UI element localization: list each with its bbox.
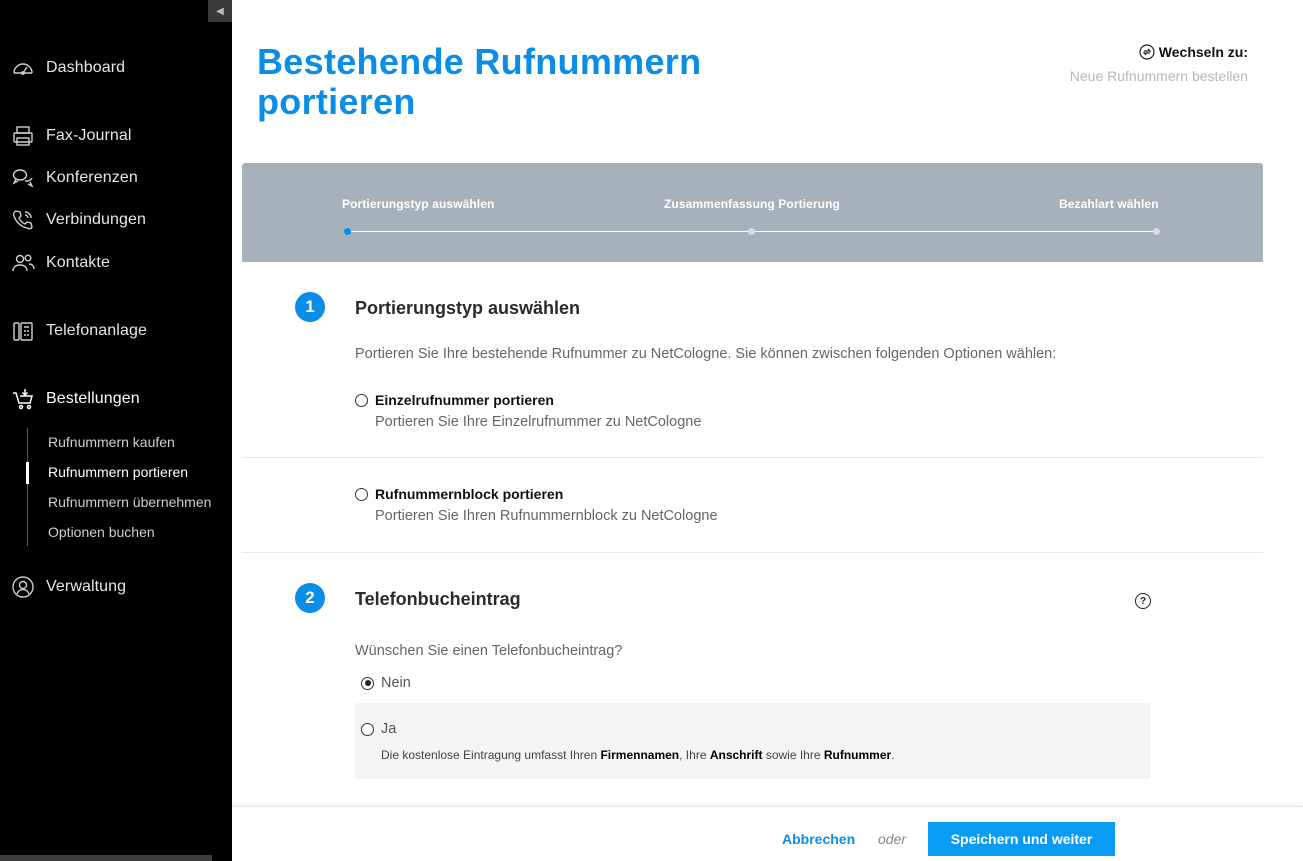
step-label-3: Bezahlart wählen (1059, 197, 1159, 211)
step-dot-1 (344, 228, 351, 235)
submenu-item-optionen-buchen[interactable]: Optionen buchen (48, 524, 155, 540)
step-dot-3 (1153, 228, 1160, 235)
switch-box: Wechseln zu: Neue Rufnummern bestellen (1070, 44, 1248, 84)
sidebar-item-kontakte[interactable]: Kontakte (0, 246, 232, 280)
radio-circle[interactable] (355, 487, 368, 501)
ja-note: Die kostenlose Eintragung umfasst Ihren … (381, 748, 895, 762)
radio-label: Nein (381, 675, 411, 691)
switch-label-text: Wechseln zu: (1158, 44, 1248, 60)
sidebar-item-fax-journal[interactable]: Fax-Journal (0, 119, 232, 153)
note-text: . (891, 748, 895, 762)
page-title-line1: Bestehende Rufnummern (257, 41, 702, 82)
sidebar-item-verbindungen[interactable]: Verbindungen (0, 203, 232, 237)
sidebar-collapse-button[interactable]: ◀ (208, 0, 232, 22)
speedometer-icon (10, 55, 36, 81)
radio-einzelrufnummer[interactable]: Einzelrufnummer portieren (355, 392, 554, 408)
or-text: oder (878, 831, 907, 847)
new-numbers-link[interactable]: Neue Rufnummern bestellen (1070, 68, 1248, 84)
sidebar-item-label: Konferenzen (46, 169, 138, 186)
note-text: , Ihre (679, 748, 710, 762)
note-text: sowie Ihre (762, 748, 824, 762)
radio-circle[interactable] (355, 393, 368, 407)
divider (242, 457, 1263, 458)
sidebar-item-konferenzen[interactable]: Konferenzen (0, 161, 232, 195)
sidebar-scrollbar[interactable] (0, 855, 212, 861)
radio-nein[interactable]: Nein (361, 675, 411, 691)
radio-circle[interactable] (361, 676, 374, 690)
section-intro: Portieren Sie Ihre bestehende Rufnummer … (355, 346, 1057, 362)
desk-phone-icon (10, 318, 36, 344)
step-number-badge: 2 (295, 583, 325, 613)
section-title-portierungstyp: Portierungstyp auswählen (355, 298, 581, 318)
ja-option-box (355, 703, 1150, 779)
sidebar-item-label: Verbindungen (46, 211, 146, 228)
printer-icon (10, 123, 36, 149)
phone-call-icon (10, 207, 36, 233)
radio-description: Portieren Sie Ihre Einzelrufnummer zu Ne… (375, 414, 702, 430)
radio-label: Rufnummernblock portieren (375, 486, 564, 502)
sidebar: ◀ Dashboard Fax-Journal Konferenzen Verb… (0, 0, 232, 861)
step-number-badge: 1 (295, 292, 325, 322)
radio-rufnummernblock[interactable]: Rufnummernblock portieren (355, 486, 563, 502)
step-label-1: Portierungstyp auswählen (342, 197, 495, 211)
submenu-active-marker (26, 462, 29, 484)
step-label-2: Zusammenfassung Portierung (664, 197, 840, 211)
progress-stepper: Portierungstyp auswählen Zusammenfassung… (242, 163, 1263, 262)
sidebar-item-dashboard[interactable]: Dashboard (0, 51, 232, 85)
sidebar-item-label: Verwaltung (46, 578, 127, 595)
sidebar-item-label: Dashboard (46, 59, 126, 76)
note-bold-firmennamen: Firmennamen (600, 748, 680, 762)
note-bold-rufnummer: Rufnummer (823, 748, 892, 762)
telefonbuch-question: Wünschen Sie einen Telefonbucheintrag? (355, 643, 623, 659)
user-circle-icon (10, 574, 36, 600)
section-title-telefonbuch: Telefonbucheintrag (355, 589, 521, 609)
note-bold-anschrift: Anschrift (709, 748, 763, 762)
note-text: Die kostenlose Eintragung umfasst Ihren (381, 748, 601, 762)
radio-description: Portieren Sie Ihren Rufnummernblock zu N… (375, 508, 718, 524)
radio-label: Ja (381, 721, 397, 737)
submenu-item-rufnummern-uebernehmen[interactable]: Rufnummern übernehmen (48, 494, 211, 510)
sidebar-item-label: Telefonanlage (46, 322, 147, 339)
switch-label: Wechseln zu: (1070, 44, 1248, 60)
page-title-line2: portieren (257, 81, 416, 122)
action-footer (232, 806, 1303, 861)
submenu-line (27, 428, 28, 546)
sidebar-item-label: Fax-Journal (46, 127, 132, 144)
cancel-link[interactable]: Abbrechen (782, 831, 855, 847)
page-title: Bestehende Rufnummern portieren (257, 42, 777, 122)
divider (242, 552, 1263, 553)
step-dot-2 (748, 228, 755, 235)
sidebar-item-telefonanlage[interactable]: Telefonanlage (0, 314, 232, 348)
help-icon[interactable]: ? (1135, 593, 1151, 609)
sidebar-item-bestellungen[interactable]: Bestellungen (0, 382, 232, 416)
submenu-item-rufnummern-kaufen[interactable]: Rufnummern kaufen (48, 434, 175, 450)
shopping-cart-icon (10, 386, 36, 412)
radio-label: Einzelrufnummer portieren (375, 392, 554, 408)
sidebar-item-label: Kontakte (46, 254, 110, 271)
submenu-item-rufnummern-portieren[interactable]: Rufnummern portieren (48, 464, 188, 480)
sidebar-item-label: Bestellungen (46, 390, 140, 407)
radio-circle[interactable] (361, 722, 374, 736)
radio-ja[interactable]: Ja (361, 721, 396, 737)
chat-bubbles-icon (10, 165, 36, 191)
people-icon (10, 250, 36, 276)
switch-arrows-icon (1139, 44, 1155, 60)
save-and-continue-button[interactable]: Speichern und weiter (928, 822, 1115, 856)
sidebar-item-verwaltung[interactable]: Verwaltung (0, 570, 232, 604)
triangle-left-icon: ◀ (216, 5, 224, 17)
